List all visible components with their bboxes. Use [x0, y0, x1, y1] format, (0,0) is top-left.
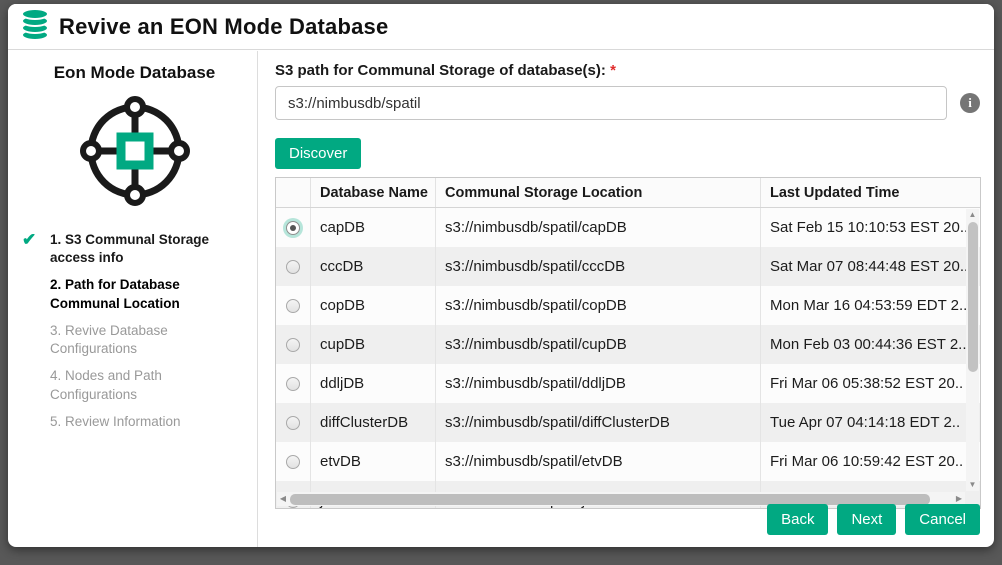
- cell-storage-location: s3://nimbusdb/spatil/cccDB: [436, 247, 761, 286]
- cell-database-name: ddljDB: [311, 364, 436, 403]
- row-radio-cell: [276, 286, 311, 325]
- next-button[interactable]: Next: [837, 504, 896, 535]
- dialog-header: Revive an EON Mode Database: [8, 4, 994, 50]
- database-icon: [20, 7, 50, 46]
- radio-column-header: [276, 178, 311, 207]
- required-asterisk: *: [610, 62, 616, 79]
- table-row[interactable]: cccDB s3://nimbusdb/spatil/cccDB Sat Mar…: [276, 247, 980, 286]
- row-radio-button[interactable]: [286, 377, 300, 391]
- row-radio-button[interactable]: [286, 260, 300, 274]
- s3-path-input[interactable]: [275, 86, 947, 120]
- cell-database-name: copDB: [311, 286, 436, 325]
- row-radio-cell: [276, 208, 311, 247]
- col-last-updated: Last Updated Time: [761, 178, 980, 207]
- cell-storage-location: s3://nimbusdb/spatil/cupDB: [436, 325, 761, 364]
- cell-storage-location: s3://nimbusdb/spatil/copDB: [436, 286, 761, 325]
- cell-storage-location: s3://nimbusdb/spatil/capDB: [436, 208, 761, 247]
- wizard-steps: ✔ 1. S3 Communal Storage access info ✔ 2…: [22, 231, 247, 431]
- wizard-step: ✔ 5. Review Information: [22, 413, 247, 431]
- col-storage-location: Communal Storage Location: [436, 178, 761, 207]
- vertical-scroll-thumb[interactable]: [968, 222, 978, 372]
- table-row[interactable]: capDB s3://nimbusdb/spatil/capDB Sat Feb…: [276, 208, 980, 247]
- table-row[interactable]: etvDB s3://nimbusdb/spatil/etvDB Fri Mar…: [276, 442, 980, 481]
- s3-path-label: S3 path for Communal Storage of database…: [275, 62, 994, 79]
- cell-database-name: cupDB: [311, 325, 436, 364]
- table-row[interactable]: ddljDB s3://nimbusdb/spatil/ddljDB Fri M…: [276, 364, 980, 403]
- wizard-step: ✔ 2. Path for Database Communal Location: [22, 276, 247, 312]
- cell-storage-location: s3://nimbusdb/spatil/diffClusterDB: [436, 403, 761, 442]
- table-row[interactable]: diffClusterDB s3://nimbusdb/spatil/diffC…: [276, 403, 980, 442]
- cell-last-updated: Mon Mar 16 04:53:59 EDT 2..: [761, 286, 980, 325]
- cell-last-updated: Sat Mar 07 08:44:48 EST 20..: [761, 247, 980, 286]
- row-radio-cell: [276, 403, 311, 442]
- main-content: S3 path for Communal Storage of database…: [259, 50, 994, 547]
- table-body: capDB s3://nimbusdb/spatil/capDB Sat Feb…: [276, 208, 980, 508]
- cell-last-updated: Fri Mar 06 10:59:42 EST 20..: [761, 442, 980, 481]
- col-database-name: Database Name: [311, 178, 436, 207]
- row-radio-cell: [276, 364, 311, 403]
- back-button[interactable]: Back: [767, 504, 828, 535]
- cell-last-updated: Tue Apr 07 04:14:18 EDT 2..: [761, 403, 980, 442]
- scroll-down-icon[interactable]: ▼: [966, 479, 979, 491]
- wizard-step: ✔ 3. Revive Database Configurations: [22, 322, 247, 358]
- row-radio-button[interactable]: [286, 221, 300, 235]
- page-title: Revive an EON Mode Database: [59, 14, 388, 40]
- wizard-step: ✔ 4. Nodes and Path Configurations: [22, 367, 247, 403]
- cell-last-updated: Sat Feb 15 10:10:53 EST 20..: [761, 208, 980, 247]
- wizard-step: ✔ 1. S3 Communal Storage access info: [22, 231, 247, 267]
- step-label: 2. Path for Database Communal Location: [50, 277, 180, 310]
- step-label: 3. Revive Database Configurations: [50, 323, 168, 356]
- scroll-left-icon[interactable]: ◀: [277, 492, 289, 506]
- database-table: Database Name Communal Storage Location …: [275, 177, 981, 509]
- wizard-sidebar: Eon Mode Database ✔ 1. S3 Communal Stora…: [8, 51, 258, 547]
- step-label: 4. Nodes and Path Configurations: [50, 368, 162, 401]
- cell-database-name: etvDB: [311, 442, 436, 481]
- cell-database-name: cccDB: [311, 247, 436, 286]
- dialog-footer: Back Next Cancel: [767, 504, 980, 535]
- step-complete-check-icon: ✔: [22, 229, 36, 252]
- revive-eon-dialog: Revive an EON Mode Database Eon Mode Dat…: [8, 4, 994, 547]
- scroll-up-icon[interactable]: ▲: [966, 209, 979, 221]
- row-radio-button[interactable]: [286, 416, 300, 430]
- cell-database-name: capDB: [311, 208, 436, 247]
- horizontal-scroll-thumb[interactable]: [290, 494, 930, 505]
- sidebar-title: Eon Mode Database: [22, 63, 247, 83]
- row-radio-cell: [276, 247, 311, 286]
- eon-mode-icon: [22, 93, 247, 209]
- cell-last-updated: Mon Feb 03 00:44:36 EST 2..: [761, 325, 980, 364]
- table-row[interactable]: copDB s3://nimbusdb/spatil/copDB Mon Mar…: [276, 286, 980, 325]
- row-radio-button[interactable]: [286, 299, 300, 313]
- row-radio-cell: [276, 325, 311, 364]
- table-row[interactable]: cupDB s3://nimbusdb/spatil/cupDB Mon Feb…: [276, 325, 980, 364]
- cell-storage-location: s3://nimbusdb/spatil/ddljDB: [436, 364, 761, 403]
- row-radio-button[interactable]: [286, 338, 300, 352]
- step-label: 1. S3 Communal Storage access info: [50, 232, 209, 265]
- discover-button[interactable]: Discover: [275, 138, 361, 169]
- row-radio-cell: [276, 442, 311, 481]
- cell-last-updated: Fri Mar 06 05:38:52 EST 20..: [761, 364, 980, 403]
- info-icon[interactable]: i: [960, 93, 980, 113]
- cancel-button[interactable]: Cancel: [905, 504, 980, 535]
- vertical-scrollbar[interactable]: ▲ ▼: [966, 209, 979, 491]
- table-header: Database Name Communal Storage Location …: [276, 178, 980, 208]
- cell-database-name: diffClusterDB: [311, 403, 436, 442]
- row-radio-button[interactable]: [286, 455, 300, 469]
- cell-storage-location: s3://nimbusdb/spatil/etvDB: [436, 442, 761, 481]
- step-label: 5. Review Information: [50, 414, 181, 429]
